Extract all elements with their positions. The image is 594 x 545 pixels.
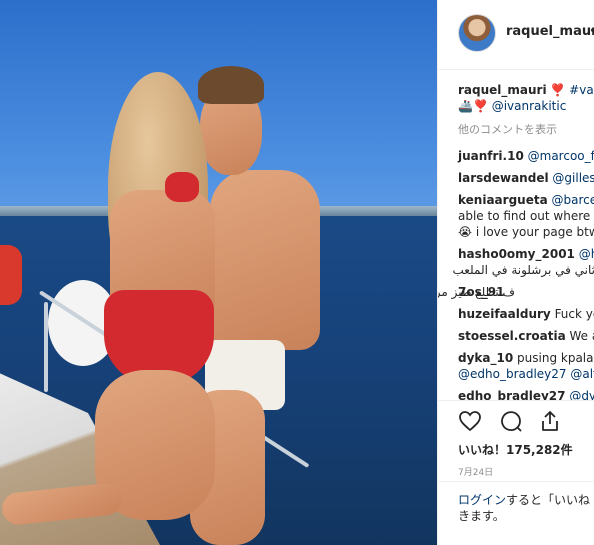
comment-icon[interactable]: [499, 409, 523, 433]
list-item: juanfri.10 @marcoo_fr: [458, 148, 594, 164]
comment-text[interactable]: @barcelo: [552, 193, 594, 207]
comment-text-continued: ثاني في برشلونة في الملعب: [452, 263, 594, 277]
comment-user[interactable]: juanfri.10: [458, 149, 524, 163]
comment-text-continued: able to find out where t: [458, 209, 594, 223]
list-item: hasho0omy_2001 @hy: [458, 246, 594, 262]
photo-railing: [44, 302, 48, 392]
comment-text[interactable]: @hy: [579, 247, 594, 261]
comment-text: ف تطلع طيز مرتك: [438, 285, 515, 299]
comment-text[interactable]: 🚢❣️ @ivanrakitic: [458, 99, 566, 113]
login-link[interactable]: ログイン: [458, 493, 506, 507]
comment-text: pusing kpala a: [517, 351, 594, 365]
post-date[interactable]: 7月24日: [458, 465, 493, 478]
list-item: huzeifaaldury Fuck you: [458, 306, 594, 322]
separator-dot: •: [589, 24, 594, 39]
login-prompt-text-2: きます。: [458, 509, 505, 523]
comment-user[interactable]: larsdewandel: [458, 171, 549, 185]
comment-text: ❣️ #vaca: [550, 83, 594, 97]
comment-user[interactable]: keniaargueta: [458, 193, 548, 207]
like-count[interactable]: いいね！175,282件: [458, 441, 573, 458]
comment-text-continued[interactable]: @edho_bradley27 @alf: [458, 366, 594, 382]
comment-text: We ar: [569, 329, 594, 343]
comment-user[interactable]: dyka_10: [458, 351, 513, 365]
comment-caption-continued: 🚢❣️ @ivanrakitic: [458, 98, 566, 114]
list-item: keniaargueta @barcelo: [458, 192, 594, 208]
owner-username[interactable]: raquel_mauri: [506, 24, 594, 39]
share-icon[interactable]: [538, 409, 562, 433]
comment-user[interactable]: hasho0omy_2001: [458, 247, 575, 261]
list-item: larsdewandel @gilles.h: [458, 170, 594, 186]
list-item: stoessel.croatia We ar: [458, 328, 594, 344]
login-prompt-text: すると「いいね: [506, 493, 591, 507]
comment-text[interactable]: @marcoo_fr: [528, 149, 594, 163]
photo-woman-swimsuit: [165, 172, 199, 202]
login-prompt: ログインすると「いいね きます。: [438, 481, 594, 524]
post-sidebar: raquel_mauri • raquel_mauri ❣️ #vaca 🚢❣️…: [437, 0, 594, 545]
list-item: dyka_10 pusing kpala a: [458, 350, 594, 366]
photo-man-hair: [198, 66, 264, 104]
heart-icon[interactable]: [458, 409, 482, 433]
post-header: raquel_mauri •: [438, 0, 594, 70]
post-actions: いいね！175,282件 7月24日 ログインすると「いいね きます。: [438, 400, 594, 545]
photo-man-torso: [210, 170, 320, 350]
comment-text: Fuck you: [554, 307, 594, 321]
load-more-comments[interactable]: 他のコメントを表示: [458, 122, 557, 138]
comment-text-continued: 😭 i love your page btw: [458, 225, 594, 239]
comment-text[interactable]: @gilles.h: [552, 171, 594, 185]
comment-user[interactable]: stoessel.croatia: [458, 329, 566, 343]
comment-user[interactable]: huzeifaaldury: [458, 307, 551, 321]
post-photo[interactable]: [0, 0, 437, 545]
avatar[interactable]: [458, 14, 496, 52]
comment-caption: raquel_mauri ❣️ #vaca: [458, 82, 594, 98]
list-item: edho_bradley27 @dyk: [458, 388, 594, 400]
comment-user[interactable]: raquel_mauri: [458, 83, 547, 97]
comment-text[interactable]: @dyk: [569, 389, 594, 400]
photo-buoy: [0, 245, 22, 305]
comment-user[interactable]: edho_bradley27: [458, 389, 565, 400]
comment-list: raquel_mauri ❣️ #vaca 🚢❣️ @ivanrakitic 他…: [438, 70, 594, 400]
